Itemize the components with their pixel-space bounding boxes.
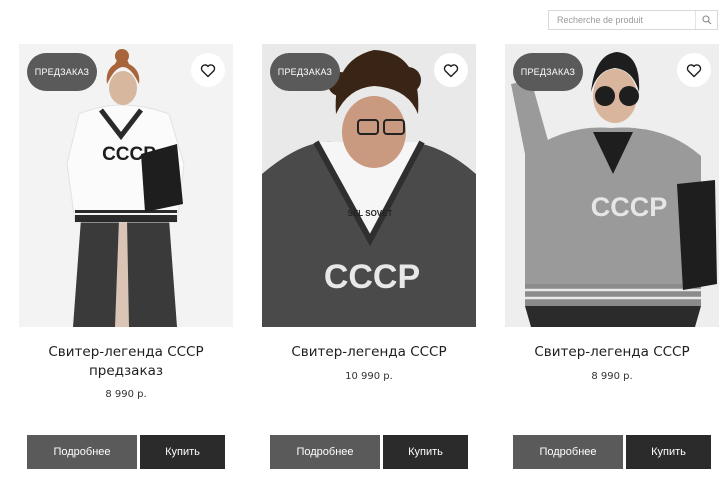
product-price: 8 990 р. (105, 389, 147, 400)
product-card: SEL SOVET СССР ПРЕДЗАКАЗ Свитер-легенда … (262, 44, 476, 469)
product-actions: Подробнее Купить (270, 435, 468, 469)
details-button[interactable]: Подробнее (270, 435, 380, 469)
sweater-print-text: СССР (324, 258, 420, 296)
product-image[interactable]: SEL SOVET СССР ПРЕДЗАКАЗ (262, 44, 476, 327)
heart-icon (200, 63, 216, 77)
heart-icon (443, 63, 459, 77)
product-image[interactable]: СССР ПРЕДЗАКАЗ (19, 44, 233, 327)
tshirt-print-text: SEL SOVET (348, 209, 393, 218)
product-card: СССР ПРЕДЗАКАЗ Свитер-легенда СССР 8 990… (505, 44, 719, 469)
product-actions: Подробнее Купить (513, 435, 711, 469)
buy-button[interactable]: Купить (626, 435, 711, 469)
preorder-badge: ПРЕДЗАКАЗ (513, 53, 583, 91)
details-button[interactable]: Подробнее (27, 435, 137, 469)
favorite-button[interactable] (434, 53, 468, 87)
search-input[interactable] (549, 11, 695, 29)
product-card: СССР ПРЕДЗАКАЗ Свитер-легенда СССР предз… (19, 44, 233, 469)
product-price: 10 990 р. (345, 371, 393, 382)
product-title[interactable]: Свитер-легенда СССР (262, 343, 476, 362)
product-title[interactable]: Свитер-легенда СССР (505, 343, 719, 362)
details-button[interactable]: Подробнее (513, 435, 623, 469)
search-button[interactable] (695, 11, 717, 29)
product-actions: Подробнее Купить (27, 435, 225, 469)
buy-button[interactable]: Купить (383, 435, 468, 469)
favorite-button[interactable] (677, 53, 711, 87)
buy-button[interactable]: Купить (140, 435, 225, 469)
sweater-print-text: СССР (591, 192, 668, 222)
product-title[interactable]: Свитер-легенда СССР предзаказ (19, 343, 233, 381)
search-bar (548, 10, 718, 30)
heart-icon (686, 63, 702, 77)
search-icon (701, 15, 711, 25)
preorder-badge: ПРЕДЗАКАЗ (27, 53, 97, 91)
preorder-badge: ПРЕДЗАКАЗ (270, 53, 340, 91)
favorite-button[interactable] (191, 53, 225, 87)
product-image[interactable]: СССР ПРЕДЗАКАЗ (505, 44, 719, 327)
product-price: 8 990 р. (591, 371, 633, 382)
